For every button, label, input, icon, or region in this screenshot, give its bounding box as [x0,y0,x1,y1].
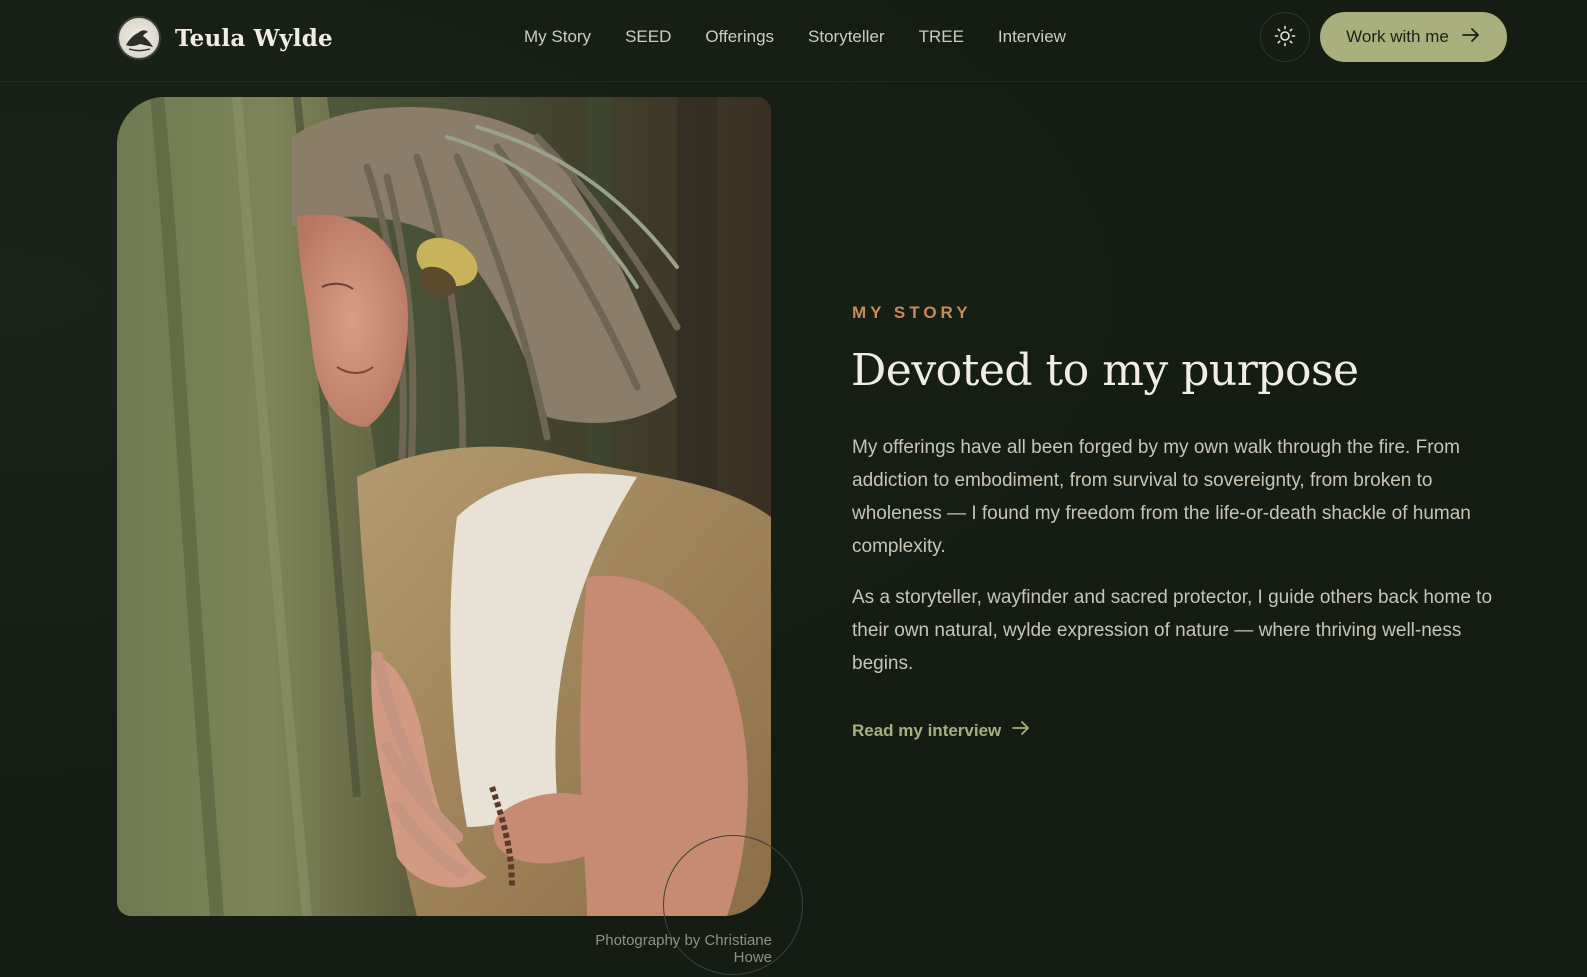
story-paragraph-2: As a storyteller, wayfinder and sacred p… [852,587,1493,674]
nav-item-tree[interactable]: TREE [902,26,981,48]
site-header: Teula Wylde My Story SEED Offerings Stor… [0,0,1587,82]
nav-item-my-story[interactable]: My Story [524,26,608,48]
arrow-right-icon [1011,720,1031,741]
work-with-me-button[interactable]: Work with me [1320,12,1507,62]
theme-toggle-button[interactable] [1260,12,1310,62]
arrow-right-icon [1461,27,1481,48]
read-interview-link[interactable]: Read my interview [852,720,1031,741]
section-title: Devoted to my purpose [851,345,1359,396]
nav-item-seed[interactable]: SEED [608,26,688,48]
nav-item-offerings[interactable]: Offerings [688,26,791,48]
nav-item-interview[interactable]: Interview [981,26,1083,48]
cta-label: Work with me [1346,27,1449,46]
portrait-photo [117,97,771,916]
sun-icon [1274,25,1296,50]
brand-name: Teula Wylde [175,24,333,52]
read-interview-label: Read my interview [852,720,1002,740]
brand-home-link[interactable]: Teula Wylde [117,16,333,60]
story-paragraph-1: My offerings have all been forged by my … [852,437,1471,557]
section-eyebrow: MY STORY [852,303,972,322]
crow-logo-icon [117,16,161,60]
photo-credit: Photography by Christiane Howe [595,932,772,966]
nav-item-storyteller[interactable]: Storyteller [791,26,902,48]
main-nav: My Story SEED Offerings Storyteller TREE… [524,26,1083,48]
page: Teula Wylde My Story SEED Offerings Stor… [0,0,1587,977]
